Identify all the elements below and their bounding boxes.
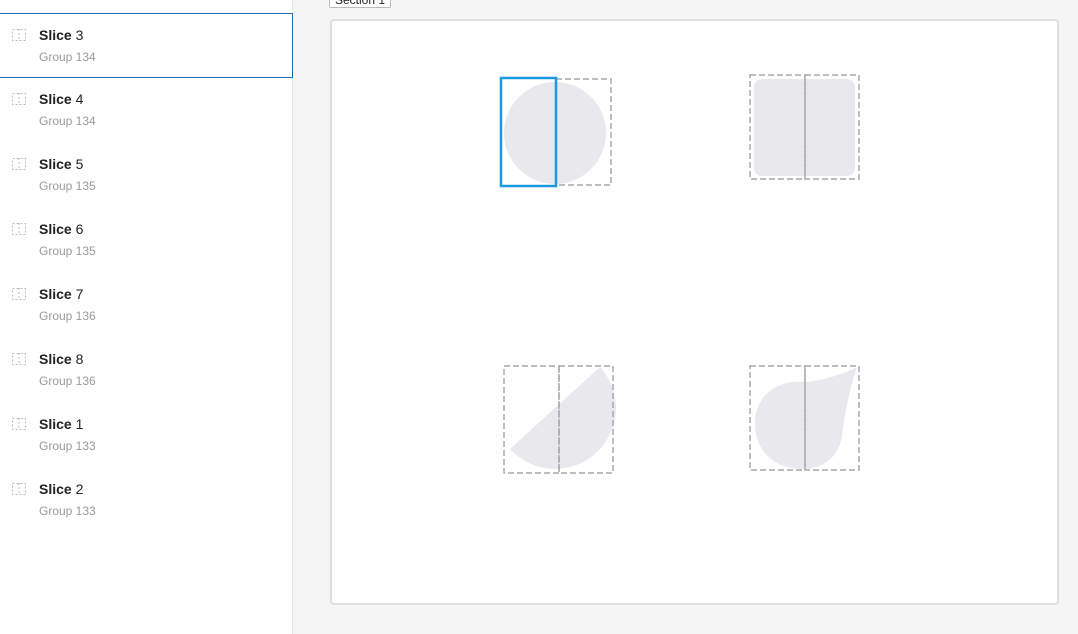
layer-group: Group 135 (39, 244, 96, 258)
layer-name: Slice 7 (39, 286, 84, 302)
layer-name: Slice 3 (39, 27, 84, 43)
layer-group: Group 133 (39, 504, 96, 518)
layer-name: Slice 6 (39, 221, 84, 237)
layer-group: Group 136 (39, 309, 96, 323)
group-134[interactable] (499, 76, 614, 188)
slice-icon (12, 353, 26, 365)
layer-item-slice-2[interactable]: Slice 2 Group 133 (0, 468, 293, 533)
slice-icon (12, 483, 26, 495)
slice-icon (12, 93, 26, 105)
layers-panel: Slice 3 Group 134 Slice 4 Group 134 Slic… (0, 0, 293, 634)
layer-group: Group 134 (39, 50, 96, 64)
layer-group: Group 133 (39, 439, 96, 453)
slice-icon (12, 223, 26, 235)
group-136[interactable] (748, 364, 862, 474)
layer-item-slice-3[interactable]: Slice 3 Group 134 (0, 13, 293, 78)
layer-item-slice-6[interactable]: Slice 6 Group 135 (0, 208, 293, 273)
half-circle-shape (510, 367, 616, 469)
group-135[interactable] (748, 73, 862, 183)
leaf-shape (754, 367, 857, 469)
layer-name: Slice 1 (39, 416, 84, 432)
layer-name: Slice 8 (39, 351, 84, 367)
design-canvas[interactable] (330, 19, 1059, 605)
layer-name: Slice 4 (39, 91, 84, 107)
layer-name: Slice 2 (39, 481, 84, 497)
layer-item-slice-5[interactable]: Slice 5 Group 135 (0, 143, 293, 208)
slice-icon (12, 418, 26, 430)
layer-group: Group 136 (39, 374, 96, 388)
layer-item-slice-7[interactable]: Slice 7 Group 136 (0, 273, 293, 338)
layer-name: Slice 5 (39, 156, 84, 172)
group-133[interactable] (502, 364, 616, 476)
layer-item-slice-1[interactable]: Slice 1 Group 133 (0, 403, 293, 468)
section-label[interactable]: Section 1 (329, 0, 392, 8)
layer-group: Group 135 (39, 179, 96, 193)
layer-item-slice-8[interactable]: Slice 8 Group 136 (0, 338, 293, 403)
slice-icon (12, 29, 26, 41)
layer-group: Group 134 (39, 114, 96, 128)
layer-item-slice-4[interactable]: Slice 4 Group 134 (0, 78, 293, 143)
slice-icon (12, 158, 26, 170)
slice-icon (12, 288, 26, 300)
